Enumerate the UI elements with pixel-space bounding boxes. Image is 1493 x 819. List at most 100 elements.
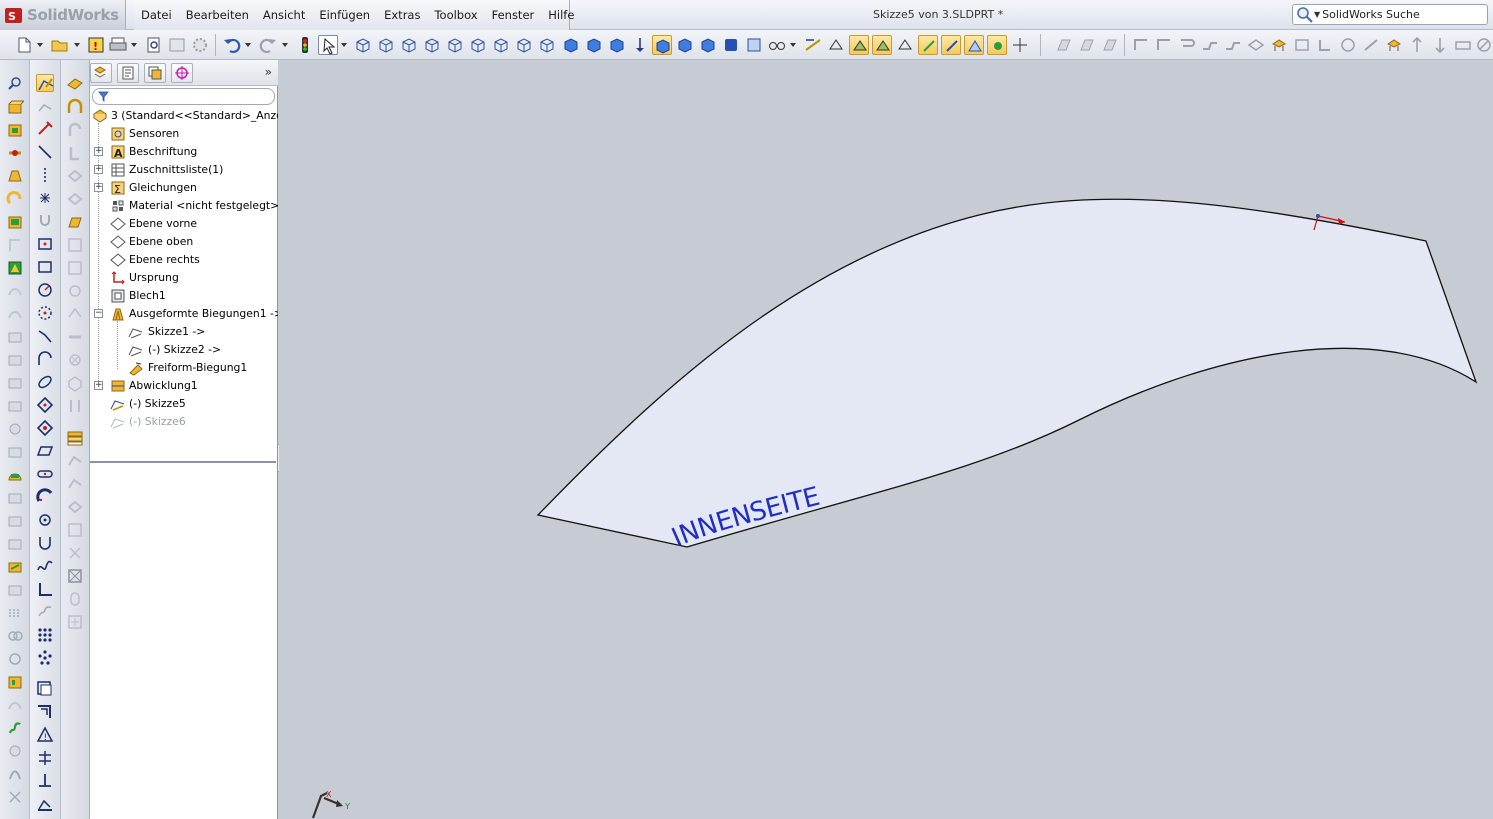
- spline-on-surface-button[interactable]: [36, 603, 54, 621]
- menu-toolbox[interactable]: Toolbox: [427, 8, 484, 22]
- feature-9-button[interactable]: [66, 259, 84, 277]
- feature-20-button[interactable]: [66, 521, 84, 539]
- view-bottom-button[interactable]: [468, 35, 488, 55]
- construction-circle-button[interactable]: [36, 511, 54, 529]
- search-box[interactable]: ▼: [1292, 4, 1488, 25]
- tree-item-beschriftung[interactable]: + A Beschriftung: [90, 143, 278, 161]
- feature-23-button[interactable]: [66, 590, 84, 608]
- view-left-button[interactable]: [399, 35, 419, 55]
- hem-button[interactable]: [1177, 35, 1197, 55]
- view-annotations-button[interactable]: [941, 35, 961, 55]
- view-right-button[interactable]: [422, 35, 442, 55]
- tree-root[interactable]: 3 (Standard<<Standard>_Anzeig: [90, 107, 278, 125]
- view-trimetric-button[interactable]: [514, 35, 534, 55]
- view-axes-button[interactable]: [1010, 35, 1030, 55]
- smart-dimension-vbutton[interactable]: [36, 120, 54, 138]
- view-dimetric-button[interactable]: [537, 35, 557, 55]
- hide-items-button[interactable]: [767, 35, 787, 55]
- tool-28-button[interactable]: [6, 696, 24, 714]
- quick-snaps-button[interactable]: [872, 35, 892, 55]
- menu-fenster[interactable]: Fenster: [485, 8, 542, 22]
- tool-14-button[interactable]: [6, 374, 24, 392]
- feature-4-button[interactable]: [66, 144, 84, 162]
- feature-15-button[interactable]: [66, 397, 84, 415]
- polygon-button[interactable]: [36, 396, 54, 414]
- display-shaded-button[interactable]: [561, 35, 581, 55]
- tool-18-button[interactable]: [6, 466, 24, 484]
- hide-show-button[interactable]: [698, 35, 718, 55]
- menu-einfuegen[interactable]: Einfügen: [312, 8, 377, 22]
- unfold-button[interactable]: [1407, 35, 1427, 55]
- tool-10-button[interactable]: [6, 282, 24, 300]
- tree-item-freiform-biegung[interactable]: Freiform-Biegung1: [90, 359, 278, 377]
- new-document-button[interactable]: [14, 35, 34, 55]
- sketch-chamfer-button[interactable]: [36, 580, 54, 598]
- fold-button[interactable]: [1430, 35, 1450, 55]
- view-back-button[interactable]: [376, 35, 396, 55]
- tool-9-button[interactable]: [6, 259, 24, 277]
- spline-button[interactable]: [36, 557, 54, 575]
- simple-hole-button[interactable]: [1361, 35, 1381, 55]
- tool-23-button[interactable]: [6, 581, 24, 599]
- tree-item-skizze5[interactable]: (-) Skizze5: [90, 395, 278, 413]
- parallelogram-button[interactable]: [36, 442, 54, 460]
- tool-24-button[interactable]: [6, 604, 24, 622]
- tool-15-button[interactable]: [6, 397, 24, 415]
- cross-break-button[interactable]: [1246, 35, 1266, 55]
- circle-button[interactable]: [36, 281, 54, 299]
- feature-7-button[interactable]: [66, 213, 84, 231]
- tree-item-material[interactable]: Material <nicht festgelegt>: [90, 197, 278, 215]
- view-front-button[interactable]: [353, 35, 373, 55]
- sketch-fillet-button[interactable]: [36, 419, 54, 437]
- line-button[interactable]: [36, 143, 54, 161]
- graphics-area[interactable]: INNENSEITE X Y: [279, 60, 1493, 819]
- sheetmetal-base-button[interactable]: [1054, 35, 1074, 55]
- model-view[interactable]: INNENSEITE X Y: [279, 60, 1493, 819]
- feature-10-button[interactable]: [66, 282, 84, 300]
- undo-button[interactable]: [222, 35, 242, 55]
- menu-bearbeiten[interactable]: Bearbeiten: [179, 8, 256, 22]
- tool-7-button[interactable]: [6, 213, 24, 231]
- search-options-chevron-icon[interactable]: ▼: [1314, 10, 1320, 19]
- redo-button[interactable]: [258, 35, 278, 55]
- options-b-button[interactable]: [190, 35, 210, 55]
- tree-item-ebene-vorne[interactable]: Ebene vorne: [90, 215, 278, 233]
- view-top-button[interactable]: [445, 35, 465, 55]
- view-planes-button[interactable]: [964, 35, 984, 55]
- tool-26-button[interactable]: [6, 650, 24, 668]
- tree-item-sensoren[interactable]: Sensoren: [90, 125, 278, 143]
- tree-item-ausgeformte-biegungen[interactable]: − Ausgeformte Biegungen1 ->: [90, 305, 278, 323]
- display-relations-button[interactable]: !: [36, 726, 54, 744]
- tool-17-button[interactable]: [6, 443, 24, 461]
- point-button[interactable]: [36, 189, 54, 207]
- feature-18-button[interactable]: [66, 475, 84, 493]
- feature-22-button[interactable]: [66, 567, 84, 585]
- print-button[interactable]: [108, 35, 128, 55]
- view-iso-button[interactable]: [491, 35, 511, 55]
- smart-dimension-button[interactable]: [803, 35, 823, 55]
- feature-2-button[interactable]: [66, 98, 84, 116]
- mirror-entities-button[interactable]: [36, 749, 54, 767]
- menu-ansicht[interactable]: Ansicht: [256, 8, 312, 22]
- section-view-button[interactable]: [675, 35, 695, 55]
- arc-slot-button[interactable]: [36, 488, 54, 506]
- scene-button[interactable]: [744, 35, 764, 55]
- slot-button[interactable]: [36, 465, 54, 483]
- miter-flange-button[interactable]: [1154, 35, 1174, 55]
- feature-14-button[interactable]: [66, 374, 84, 392]
- tool-29-button[interactable]: [6, 719, 24, 737]
- feature-16-button[interactable]: [66, 429, 84, 447]
- edit-appearance-button[interactable]: [721, 35, 741, 55]
- sketched-bend-button[interactable]: [1223, 35, 1243, 55]
- circular-pattern-button[interactable]: [36, 649, 54, 667]
- tool-30-button[interactable]: [6, 742, 24, 760]
- traffic-light-button[interactable]: [295, 35, 315, 55]
- tool-1-button[interactable]: [6, 75, 24, 93]
- vent-button[interactable]: [1384, 35, 1404, 55]
- collapse-icon[interactable]: −: [94, 309, 103, 318]
- feature-21-button[interactable]: [66, 544, 84, 562]
- tool-3-button[interactable]: [6, 121, 24, 139]
- tool-13-button[interactable]: [6, 351, 24, 369]
- expand-icon[interactable]: +: [94, 147, 103, 156]
- feature-11-button[interactable]: [66, 305, 84, 323]
